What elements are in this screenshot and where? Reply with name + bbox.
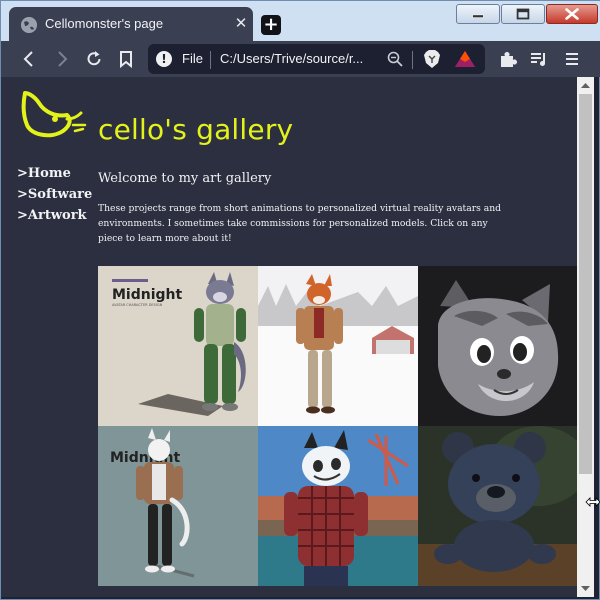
minimize-button[interactable] bbox=[456, 4, 500, 24]
nav-home[interactable]: >Home bbox=[17, 163, 92, 184]
minimize-icon bbox=[472, 14, 484, 18]
address-url[interactable]: C:/Users/Trive/source/r... bbox=[220, 51, 380, 66]
tab-close-icon[interactable]: ✕ bbox=[233, 15, 249, 31]
cello-logo-icon bbox=[21, 91, 87, 138]
address-divider-2 bbox=[412, 51, 413, 69]
new-tab-button[interactable]: + bbox=[261, 15, 281, 35]
gallery-item-knit-teddy-bear[interactable] bbox=[418, 426, 577, 586]
midnight-wolf-image: Midnight AVATAR CHARACTER DESIGN bbox=[98, 266, 258, 426]
site-info-icon[interactable]: ! bbox=[156, 51, 172, 67]
page-title: cello's gallery bbox=[98, 113, 294, 146]
forward-icon[interactable] bbox=[52, 49, 72, 69]
gallery-subcaption: AVATAR CHARACTER DESIGN bbox=[112, 303, 163, 307]
address-divider bbox=[210, 51, 211, 69]
playlist-icon[interactable] bbox=[529, 49, 549, 69]
browser-toolbar: ! File C:/Users/Trive/source/r... bbox=[1, 41, 600, 77]
nav-artwork[interactable]: >Artwork bbox=[17, 205, 92, 226]
scroll-down-arrow-icon[interactable] bbox=[577, 580, 594, 597]
bookmark-icon[interactable] bbox=[116, 49, 136, 69]
globe-icon bbox=[21, 17, 37, 33]
intro-paragraph: These projects range from short animatio… bbox=[98, 203, 502, 244]
scroll-up-arrow-icon[interactable] bbox=[577, 77, 594, 94]
maximize-button[interactable] bbox=[501, 4, 545, 24]
address-scheme-label: File bbox=[182, 51, 203, 66]
close-icon bbox=[565, 8, 579, 20]
address-bar[interactable]: ! File C:/Users/Trive/source/r... bbox=[148, 44, 485, 74]
site-nav: >Home >Software >Artwork bbox=[17, 163, 92, 226]
reload-icon[interactable] bbox=[84, 49, 104, 69]
back-icon[interactable] bbox=[19, 49, 39, 69]
gallery-item-gray-wolf-portrait[interactable] bbox=[418, 266, 577, 426]
gray-wolf-portrait-image bbox=[418, 266, 577, 426]
tab-title: Cellomonster's page bbox=[45, 16, 164, 31]
page-content: cello's gallery >Home >Software >Artwork… bbox=[1, 77, 577, 597]
fox-in-snow-image bbox=[258, 266, 418, 426]
art-gallery-grid: Midnight AVATAR CHARACTER DESIGN Midnigh… bbox=[98, 266, 577, 597]
brave-shields-icon[interactable] bbox=[423, 49, 441, 69]
gallery-caption-midnight: Midnight bbox=[112, 287, 183, 303]
midnight-white-cat-image: Midnight bbox=[98, 426, 258, 586]
brave-rewards-icon[interactable] bbox=[454, 49, 476, 69]
page-scrollbar[interactable] bbox=[577, 77, 594, 597]
welcome-heading: Welcome to my art gallery bbox=[98, 171, 272, 186]
tab-cellomonster[interactable]: Cellomonster's page ✕ bbox=[9, 7, 253, 41]
maximize-icon bbox=[516, 8, 530, 20]
gallery-item-husky-vr-room[interactable] bbox=[258, 426, 418, 586]
scrollbar-thumb[interactable] bbox=[579, 94, 592, 474]
browser-window: Cellomonster's page ✕ + ! File C:/Users/… bbox=[0, 0, 600, 600]
gallery-item-midnight-wolf[interactable]: Midnight AVATAR CHARACTER DESIGN bbox=[98, 266, 258, 426]
resize-cursor-icon bbox=[585, 497, 600, 507]
husky-vr-room-image bbox=[258, 426, 418, 586]
knit-teddy-bear-image bbox=[418, 426, 577, 586]
nav-software[interactable]: >Software bbox=[17, 184, 92, 205]
gallery-item-fox-in-snow[interactable] bbox=[258, 266, 418, 426]
zoom-icon[interactable] bbox=[386, 50, 404, 68]
menu-icon[interactable] bbox=[562, 49, 582, 69]
gallery-item-midnight-white-cat[interactable]: Midnight bbox=[98, 426, 258, 586]
tab-strip: Cellomonster's page ✕ + bbox=[1, 1, 600, 41]
extensions-icon[interactable] bbox=[498, 49, 518, 69]
close-window-button[interactable] bbox=[546, 4, 598, 24]
